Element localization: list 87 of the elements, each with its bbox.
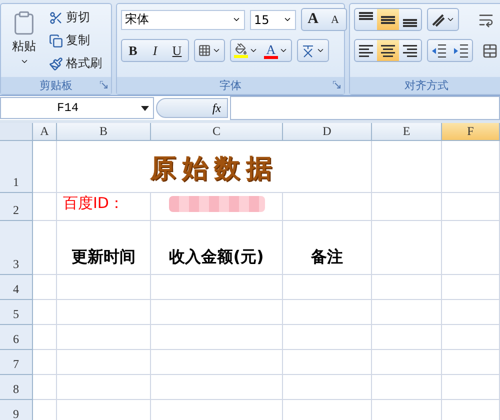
decrease-indent-icon xyxy=(431,44,447,58)
empty-cell xyxy=(372,193,442,221)
column-heading-text: 备注 xyxy=(311,247,343,268)
column-heading-text: 更新时间 xyxy=(72,247,136,268)
dialog-launcher-icon[interactable] xyxy=(333,81,341,89)
caret-icon xyxy=(446,15,455,24)
align-bottom-icon xyxy=(403,19,417,27)
empty-cell xyxy=(33,350,57,375)
empty-cell xyxy=(442,275,500,300)
empty-cell xyxy=(442,350,500,375)
empty-cell xyxy=(372,275,442,300)
grid-icon xyxy=(198,44,211,57)
empty-cell xyxy=(442,193,500,221)
wrap-text-icon[interactable] xyxy=(478,12,494,28)
grow-font-button[interactable]: A xyxy=(302,9,324,30)
caret-icon xyxy=(141,106,149,110)
copy-icon xyxy=(49,34,63,48)
formula-input-field[interactable] xyxy=(230,96,500,120)
painter-button[interactable]: 格式刷 xyxy=(47,54,104,73)
font-color-bar xyxy=(264,56,278,58)
paint-bucket-icon xyxy=(235,43,247,55)
fill-color-bar xyxy=(234,55,248,58)
empty-cell xyxy=(372,300,442,325)
merge-cells-icon[interactable] xyxy=(482,42,498,58)
underline-button[interactable]: U xyxy=(166,40,188,61)
paste-button[interactable]: 粘贴 xyxy=(5,8,43,73)
group-label: 字体 xyxy=(220,78,242,93)
row-header[interactable]: 2 xyxy=(0,193,33,221)
caret-icon xyxy=(249,46,258,55)
column-header[interactable]: B xyxy=(57,123,151,141)
slanted-text-icon xyxy=(431,12,445,26)
group-label: 剪贴板 xyxy=(40,78,72,93)
caret-icon xyxy=(283,15,292,24)
copy-button[interactable]: 复制 xyxy=(47,31,104,50)
row-header[interactable]: 6 xyxy=(0,325,33,350)
caret-icon xyxy=(279,46,288,55)
dialog-launcher-icon[interactable] xyxy=(100,81,108,89)
row-header[interactable]: 5 xyxy=(0,300,33,325)
empty-cell xyxy=(372,375,442,400)
row-header[interactable]: 9 xyxy=(0,400,33,420)
align-middle-icon xyxy=(381,16,395,24)
caret-icon xyxy=(316,46,325,55)
align-middle-button[interactable] xyxy=(377,9,399,30)
font-name-field[interactable]: 宋体 xyxy=(121,10,245,30)
row-header[interactable]: 3 xyxy=(0,221,33,275)
column-header[interactable]: E xyxy=(372,123,442,141)
caret-icon xyxy=(20,57,28,66)
caret-icon xyxy=(232,15,241,24)
empty-cell xyxy=(442,300,500,325)
name-box[interactable]: F14 xyxy=(0,97,154,119)
empty-cell xyxy=(33,375,57,400)
empty-cell xyxy=(442,325,500,350)
align-right-icon xyxy=(402,44,418,58)
column-header[interactable]: F xyxy=(442,123,500,141)
column-header[interactable]: D xyxy=(283,123,372,141)
row-header[interactable]: 1 xyxy=(0,141,33,193)
bold-button[interactable]: B xyxy=(122,40,144,61)
column-header[interactable]: C xyxy=(151,123,283,141)
empty-cell xyxy=(442,221,500,275)
scissors-icon xyxy=(49,10,63,24)
row-header[interactable]: 4 xyxy=(0,275,33,300)
cut-button[interactable]: 剪切 xyxy=(47,8,104,27)
empty-cell xyxy=(442,375,500,400)
column-heading-text: 收入金额(元) xyxy=(169,247,264,268)
empty-cell xyxy=(33,275,57,300)
font-size-field[interactable]: 15 xyxy=(250,10,296,30)
align-left-icon xyxy=(358,44,374,58)
sheet-title: 原始数据 xyxy=(150,153,278,186)
insert-function-button[interactable]: fx xyxy=(212,100,221,116)
empty-cell xyxy=(33,300,57,325)
group-label: 对齐方式 xyxy=(404,78,448,93)
cell-text: 百度ID： xyxy=(63,194,124,213)
shrink-font-button[interactable]: A xyxy=(324,9,346,30)
italic-button[interactable]: I xyxy=(144,40,166,61)
increase-indent-icon xyxy=(453,44,469,58)
empty-cell xyxy=(372,325,442,350)
empty-cell xyxy=(33,325,57,350)
row-header[interactable]: 8 xyxy=(0,375,33,400)
align-center-button[interactable] xyxy=(377,40,399,61)
row-header[interactable]: 7 xyxy=(0,350,33,375)
brush-icon xyxy=(49,56,63,70)
empty-cell xyxy=(372,350,442,375)
align-center-icon xyxy=(380,44,396,58)
caret-icon xyxy=(212,46,221,55)
empty-cell xyxy=(442,141,500,193)
column-header[interactable]: A xyxy=(33,123,57,141)
align-top-icon xyxy=(359,12,373,20)
